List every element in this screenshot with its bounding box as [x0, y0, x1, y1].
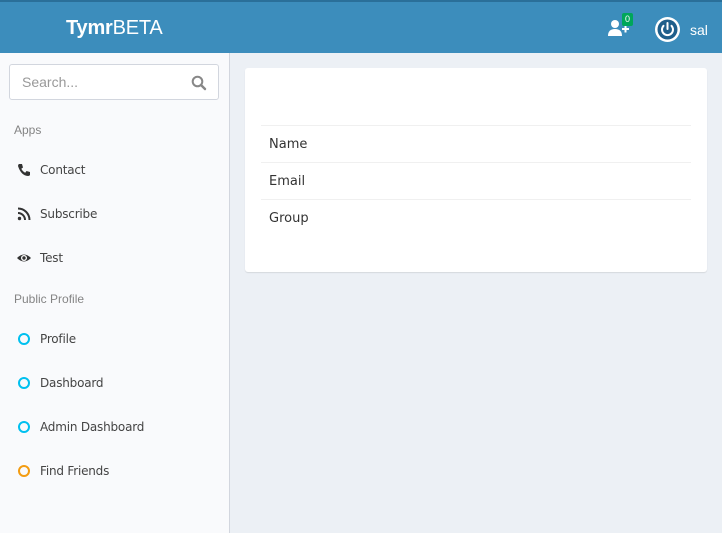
phone-icon: [18, 164, 30, 176]
sidebar-item-contact[interactable]: Contact: [0, 155, 229, 185]
sidebar-item-label: Admin Dashboard: [40, 420, 145, 434]
sidebar-item-subscribe[interactable]: Subscribe: [0, 199, 229, 229]
sidebar-item-label: Subscribe: [40, 207, 98, 221]
section-header-public-profile: Public Profile: [14, 292, 85, 306]
circle-icon: [18, 333, 30, 345]
field-label: Group: [269, 211, 309, 226]
sidebar-item-profile[interactable]: Profile: [0, 324, 229, 354]
sidebar-item-dashboard[interactable]: Dashboard: [0, 368, 229, 398]
sidebar-item-label: Profile: [40, 332, 76, 346]
sidebar-item-test[interactable]: Test: [0, 243, 229, 273]
rss-icon: [17, 207, 31, 221]
circle-icon: [18, 465, 30, 477]
power-icon: [657, 19, 678, 40]
avatar: [655, 17, 680, 42]
brand-logo[interactable]: TymrBETA: [66, 16, 163, 40]
field-row-name: Name: [261, 125, 691, 162]
section-header-apps: Apps: [14, 123, 42, 137]
friend-count-badge: 0: [622, 13, 633, 26]
sidebar-item-find-friends[interactable]: Find Friends: [0, 456, 229, 486]
search-icon[interactable]: [191, 75, 207, 91]
sidebar-item-label: Test: [40, 251, 63, 265]
sidebar-item-label: Dashboard: [40, 376, 104, 390]
sidebar-item-admin-dashboard[interactable]: Admin Dashboard: [0, 412, 229, 442]
field-label: Email: [269, 174, 306, 189]
field-row-email: Email: [261, 162, 691, 199]
circle-icon: [18, 421, 30, 433]
sidebar-item-label: Find Friends: [40, 464, 110, 478]
field-row-group: Group: [261, 199, 691, 236]
eye-icon: [17, 254, 31, 262]
top-navbar: TymrBETA 0 sal: [0, 0, 722, 53]
search-form: [9, 64, 219, 100]
field-label: Name: [269, 137, 308, 152]
profile-card: Name Email Group: [245, 68, 707, 272]
brand-suffix: BETA: [112, 17, 163, 39]
circle-icon: [18, 377, 30, 389]
sidebar: Apps Contact Subscribe Test Public Profi…: [0, 53, 230, 533]
brand-name: Tymr: [66, 17, 113, 39]
search-input[interactable]: [10, 65, 180, 99]
username-label: sal: [690, 22, 708, 38]
sidebar-item-label: Contact: [40, 163, 86, 177]
